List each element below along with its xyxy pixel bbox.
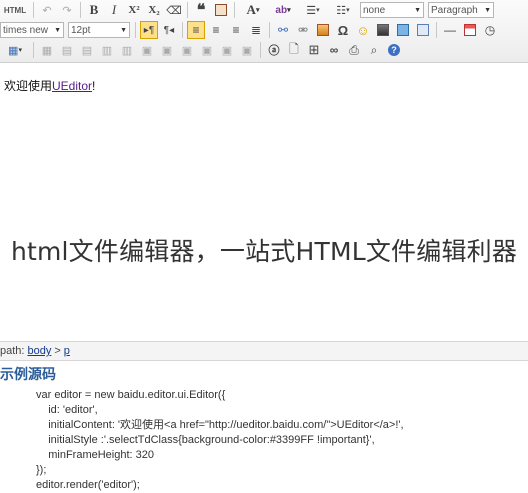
- unordered-list-icon[interactable]: ☷ ▾: [329, 1, 357, 19]
- image-icon[interactable]: [314, 21, 332, 39]
- font-family-value: times new: [3, 24, 49, 36]
- element-path-bar: path: body > p: [0, 341, 528, 361]
- chevron-down-icon: ▼: [484, 6, 491, 14]
- toolbar-separator: [436, 22, 437, 38]
- toolbar-separator: [182, 22, 183, 38]
- paragraph-select[interactable]: Paragraph ▼: [428, 2, 494, 18]
- paragraph-select-value: Paragraph: [431, 4, 478, 16]
- split-rows-icon[interactable]: ▣: [218, 41, 236, 59]
- anchor-icon[interactable]: ⓐ: [265, 41, 283, 59]
- align-right-icon[interactable]: ≡: [227, 21, 245, 39]
- font-size-select[interactable]: 12pt ▼: [68, 22, 130, 38]
- search-replace-icon[interactable]: ⊞: [305, 41, 323, 59]
- binoculars-icon[interactable]: ∞: [325, 41, 343, 59]
- subscript-icon[interactable]: X₂: [145, 1, 163, 19]
- bold-icon[interactable]: B: [85, 1, 103, 19]
- toolbar-row-1: HTML ↶ ↷ B I X² X₂ ⌫ ❝ A ▾ ab ▾ ☰ ▾ ☷ ▾ none…: [0, 0, 528, 20]
- code-line: minFrameHeight: 320: [36, 449, 154, 461]
- highlight-color-icon[interactable]: ab ▾: [269, 1, 297, 19]
- emotion-icon[interactable]: ☺: [354, 21, 372, 39]
- merge-right-icon[interactable]: ▣: [158, 41, 176, 59]
- preview-icon[interactable]: ⌕: [365, 41, 383, 59]
- path-item-body[interactable]: body: [27, 345, 51, 357]
- editor-toolbar: HTML ↶ ↷ B I X² X₂ ⌫ ❝ A ▾ ab ▾ ☰ ▾ ☷ ▾ none…: [0, 0, 528, 63]
- html-source-button[interactable]: HTML: [1, 1, 29, 19]
- style-select[interactable]: none ▼: [360, 2, 424, 18]
- toolbar-separator: [135, 22, 136, 38]
- blockquote-icon[interactable]: ❝: [192, 1, 210, 19]
- help-icon[interactable]: ?: [385, 41, 403, 59]
- font-color-icon[interactable]: A ▾: [239, 1, 267, 19]
- media-icon[interactable]: [374, 21, 392, 39]
- delete-row-icon[interactable]: ▤: [78, 41, 96, 59]
- ueditor-link[interactable]: UEditor: [52, 79, 92, 93]
- ltr-direction-icon[interactable]: ▸¶: [140, 21, 158, 39]
- merge-cells-icon[interactable]: ▣: [138, 41, 156, 59]
- insert-col-icon[interactable]: ▥: [98, 41, 116, 59]
- merge-down-icon[interactable]: ▣: [178, 41, 196, 59]
- date-icon[interactable]: [461, 21, 479, 39]
- align-justify-icon[interactable]: ≣: [247, 21, 265, 39]
- link-icon[interactable]: ⚯: [274, 21, 292, 39]
- path-label: path:: [0, 345, 25, 357]
- page-break-icon[interactable]: 🗋: [285, 41, 303, 59]
- code-line: initialContent: '欢迎使用<a href="http://ued…: [36, 419, 404, 431]
- unlink-icon[interactable]: ⚮: [294, 21, 312, 39]
- toolbar-row-2: times new ▼ 12pt ▼ ▸¶ ¶◂ ≡ ≡ ≡ ≣ ⚯ ⚮ Ω ☺: [0, 20, 528, 40]
- special-char-icon[interactable]: Ω: [334, 21, 352, 39]
- code-line: var editor = new baidu.editor.ui.Editor(…: [36, 389, 226, 401]
- code-line: initialStyle :'.selectTdClass{background…: [36, 434, 375, 446]
- delete-col-icon[interactable]: ▥: [118, 41, 136, 59]
- code-line: });: [36, 464, 47, 476]
- italic-icon[interactable]: I: [105, 1, 123, 19]
- split-cols-icon[interactable]: ▣: [238, 41, 256, 59]
- toolbar-separator: [269, 22, 270, 38]
- rtl-direction-icon[interactable]: ¶◂: [160, 21, 178, 39]
- example-source-title: 示例源码: [0, 367, 56, 383]
- font-family-select[interactable]: times new ▼: [0, 22, 64, 38]
- split-cells-icon[interactable]: ▣: [198, 41, 216, 59]
- content-text-suffix: !: [92, 79, 96, 93]
- insert-frame-icon[interactable]: [414, 21, 432, 39]
- time-icon[interactable]: ◷: [481, 21, 499, 39]
- code-line: editor.render('editor');: [36, 479, 140, 491]
- example-code-block: var editor = new baidu.editor.ui.Editor(…: [36, 388, 404, 493]
- chevron-down-icon: ▼: [414, 6, 421, 14]
- paste-plain-icon[interactable]: [212, 1, 230, 19]
- insert-table-icon[interactable]: ▦ ▾: [1, 41, 29, 59]
- editor-body[interactable]: 欢迎使用UEditor!: [0, 63, 528, 340]
- undo-icon[interactable]: ↶: [38, 1, 56, 19]
- style-select-value: none: [363, 4, 386, 16]
- content-text: 欢迎使用: [4, 79, 53, 93]
- superscript-icon[interactable]: X²: [125, 1, 143, 19]
- map-icon[interactable]: [394, 21, 412, 39]
- toolbar-row-3: ▦ ▾ ▦ ▤ ▤ ▥ ▥ ▣ ▣ ▣ ▣ ▣ ▣ ⓐ 🗋 ⊞ ∞ ⎙ ⌕ ?: [0, 40, 528, 60]
- path-separator: >: [54, 345, 61, 357]
- chevron-down-icon: ▼: [54, 26, 61, 34]
- eraser-icon[interactable]: ⌫: [165, 1, 183, 19]
- horizontal-rule-icon[interactable]: —: [441, 21, 459, 39]
- chevron-down-icon: ▼: [120, 26, 127, 34]
- toolbar-separator: [80, 2, 81, 18]
- path-item-p[interactable]: p: [64, 345, 70, 357]
- toolbar-separator: [33, 2, 34, 18]
- toolbar-separator: [187, 2, 188, 18]
- align-center-icon[interactable]: ≡: [207, 21, 225, 39]
- delete-table-icon[interactable]: ▦: [38, 41, 56, 59]
- redo-icon[interactable]: ↷: [58, 1, 76, 19]
- code-line: id: 'editor',: [36, 404, 98, 416]
- insert-row-icon[interactable]: ▤: [58, 41, 76, 59]
- font-size-value: 12pt: [71, 24, 91, 36]
- toolbar-separator: [33, 42, 34, 58]
- toolbar-separator: [260, 42, 261, 58]
- ordered-list-icon[interactable]: ☰ ▾: [299, 1, 327, 19]
- editor-content[interactable]: 欢迎使用UEditor!: [4, 77, 95, 94]
- print-icon[interactable]: ⎙: [345, 41, 363, 59]
- align-left-icon[interactable]: ≡: [187, 21, 205, 39]
- toolbar-separator: [234, 2, 235, 18]
- overlay-caption: html文件编辑器，一站式HTML文件编辑利器: [10, 237, 518, 266]
